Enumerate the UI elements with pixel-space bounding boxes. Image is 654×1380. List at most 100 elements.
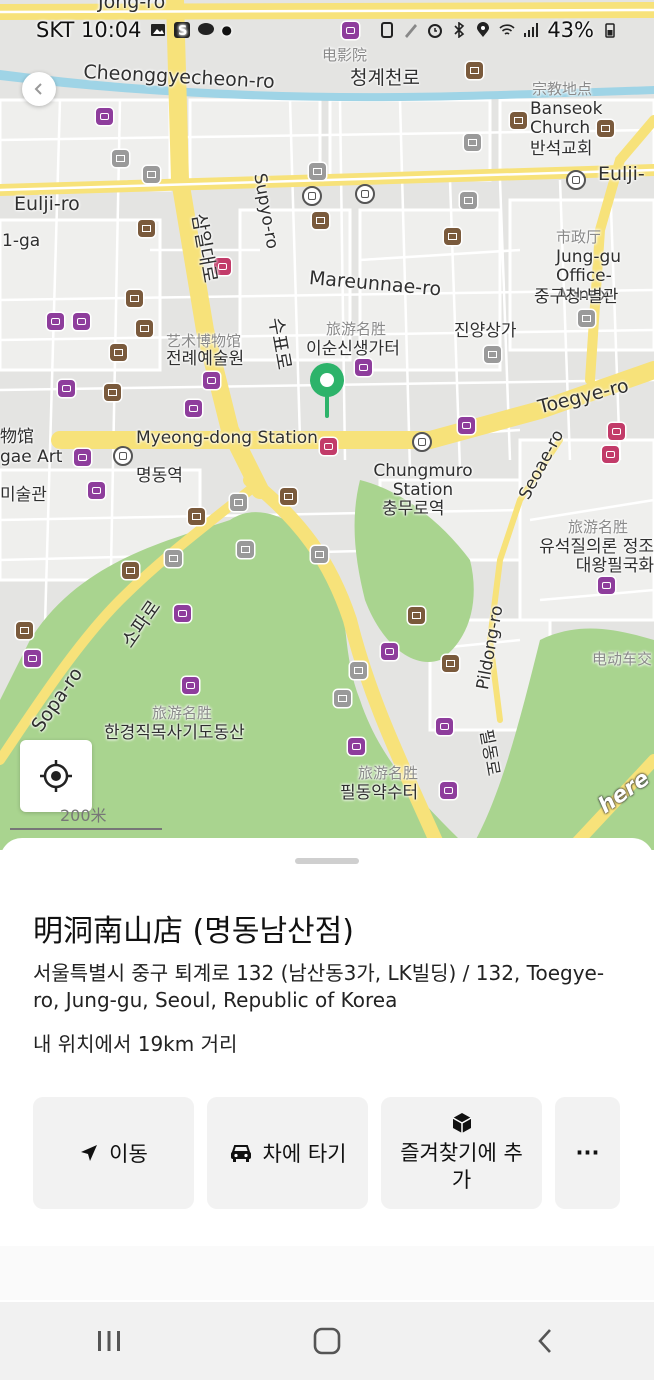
church-icon[interactable] xyxy=(110,344,127,361)
poi-label-chungmuro-station: Chungmuro Station xyxy=(373,461,473,500)
attraction-icon[interactable] xyxy=(73,313,90,330)
talk-icon xyxy=(197,23,214,35)
svg-text:S: S xyxy=(178,24,187,38)
map-pin-icon[interactable] xyxy=(308,362,346,424)
navigate-button[interactable]: 이동 xyxy=(33,1097,194,1209)
poi-label-jinyang: 진양상가 xyxy=(454,321,517,341)
back-button[interactable] xyxy=(505,1311,585,1371)
poi-label-tourist-2: 旅游名胜 xyxy=(568,518,629,536)
map-view[interactable]: Jong-ro 电影院 Cheonggyecheon-ro 청계천로 宗教地点 … xyxy=(0,0,654,850)
attraction-icon[interactable] xyxy=(381,643,398,660)
action-bar: 이동 차에 타기 즐겨찾기에 추가 ··· xyxy=(33,1097,620,1209)
poi-label-banseok-church-ko: 반석교회 xyxy=(530,139,593,159)
home-button[interactable] xyxy=(287,1311,367,1371)
building-icon[interactable] xyxy=(578,310,595,327)
samsung-s-icon: S xyxy=(173,22,190,38)
attraction-icon[interactable] xyxy=(58,380,75,397)
attraction-icon[interactable] xyxy=(598,577,615,594)
status-bar: SKT 10:04 S ● 43% xyxy=(0,0,654,60)
cinema-icon[interactable] xyxy=(74,449,91,466)
building-icon[interactable] xyxy=(311,546,328,563)
map-label-misul: 미술관 xyxy=(0,485,47,505)
home-icon xyxy=(313,1327,341,1355)
pen-icon xyxy=(405,24,418,38)
gallery-icon xyxy=(150,24,165,36)
church-icon[interactable] xyxy=(312,212,329,229)
poi-label-art-museum-ko: 전례예술원 xyxy=(166,349,245,369)
subway-icon[interactable] xyxy=(355,184,375,204)
poi-label-city-hall: 市政厅 xyxy=(556,228,602,246)
attraction-icon[interactable] xyxy=(96,108,113,125)
attraction-icon[interactable] xyxy=(88,482,105,499)
favorite-box-icon xyxy=(452,1113,471,1133)
building-icon[interactable] xyxy=(230,494,247,511)
status-time: SKT 10:04 xyxy=(36,18,142,42)
signal-icon xyxy=(524,23,539,37)
map-label-museum-left: 物馆 xyxy=(0,427,34,447)
building-icon[interactable] xyxy=(112,150,129,167)
add-favorite-button[interactable]: 즐겨찾기에 추가 xyxy=(381,1097,542,1209)
attraction-icon[interactable] xyxy=(24,650,41,667)
map-scale: 200米 xyxy=(10,798,162,830)
building-icon[interactable] xyxy=(143,166,160,183)
system-nav-bar xyxy=(0,1302,654,1380)
attraction-icon[interactable] xyxy=(47,313,64,330)
road-label-eulji-left: Eulji-ro xyxy=(14,193,80,215)
back-chevron-icon xyxy=(538,1329,551,1353)
subway-icon[interactable] xyxy=(412,432,432,452)
place-title: 明洞南山店 (명동남산점) xyxy=(33,914,354,949)
church-icon[interactable] xyxy=(442,655,459,672)
church-icon[interactable] xyxy=(122,562,139,579)
church-icon[interactable] xyxy=(280,488,297,505)
attraction-icon[interactable] xyxy=(174,605,191,622)
church-icon[interactable] xyxy=(510,112,527,129)
sheet-footer xyxy=(0,1246,654,1300)
bluetooth-icon xyxy=(454,22,465,38)
attraction-icon[interactable] xyxy=(185,400,202,417)
sheet-drag-handle[interactable] xyxy=(295,858,359,864)
fuel-icon[interactable] xyxy=(350,662,367,679)
place-address: 서울특별시 중구 퇴계로 132 (남산동3가, LK빌딩) / 132, To… xyxy=(33,961,605,1012)
recent-apps-button[interactable] xyxy=(69,1311,149,1371)
church-icon[interactable] xyxy=(466,62,483,79)
church-icon[interactable] xyxy=(188,508,205,525)
store-icon[interactable] xyxy=(320,438,337,455)
attraction-icon[interactable] xyxy=(436,718,453,735)
attraction-icon[interactable] xyxy=(203,372,220,389)
building-icon[interactable] xyxy=(237,541,254,558)
church-icon[interactable] xyxy=(126,290,143,307)
location-icon xyxy=(477,22,490,37)
map-scale-label: 200米 xyxy=(60,806,107,825)
map-back-button[interactable] xyxy=(22,72,56,106)
shop-icon[interactable] xyxy=(484,346,501,363)
shop-icon[interactable] xyxy=(464,134,481,151)
chevron-left-icon xyxy=(34,83,42,95)
poi-label-chungmuro-station-ko: 충무로역 xyxy=(382,499,445,519)
mail-icon[interactable] xyxy=(460,192,477,209)
church-icon[interactable] xyxy=(104,384,121,401)
church-icon[interactable] xyxy=(16,622,33,639)
church-icon[interactable] xyxy=(408,607,425,624)
church-icon[interactable] xyxy=(444,228,461,245)
more-button[interactable]: ··· xyxy=(555,1097,620,1209)
subway-icon[interactable] xyxy=(113,446,133,466)
church-icon[interactable] xyxy=(136,320,153,337)
building-icon[interactable] xyxy=(309,163,326,180)
attraction-icon[interactable] xyxy=(355,359,372,376)
building-icon[interactable] xyxy=(165,550,182,567)
attraction-icon[interactable] xyxy=(348,738,365,755)
ride-button[interactable]: 차에 타기 xyxy=(207,1097,368,1209)
cinema-icon[interactable] xyxy=(458,417,475,434)
attraction-icon[interactable] xyxy=(440,782,457,799)
poi-label-religious: 宗教地点 xyxy=(532,80,593,98)
subway-icon[interactable] xyxy=(302,186,322,206)
church-icon[interactable] xyxy=(138,220,155,237)
building-icon[interactable] xyxy=(334,690,351,707)
hospital-icon[interactable] xyxy=(602,446,619,463)
battery-percent: 43% xyxy=(547,18,594,42)
poi-label-hangyeong: 한경직목사기도동산 xyxy=(104,723,245,743)
poi-label-isunsin: 이순신생가터 xyxy=(306,339,400,359)
hospital-icon[interactable] xyxy=(608,423,625,440)
subway-icon[interactable] xyxy=(566,170,586,190)
attraction-icon[interactable] xyxy=(182,677,199,694)
